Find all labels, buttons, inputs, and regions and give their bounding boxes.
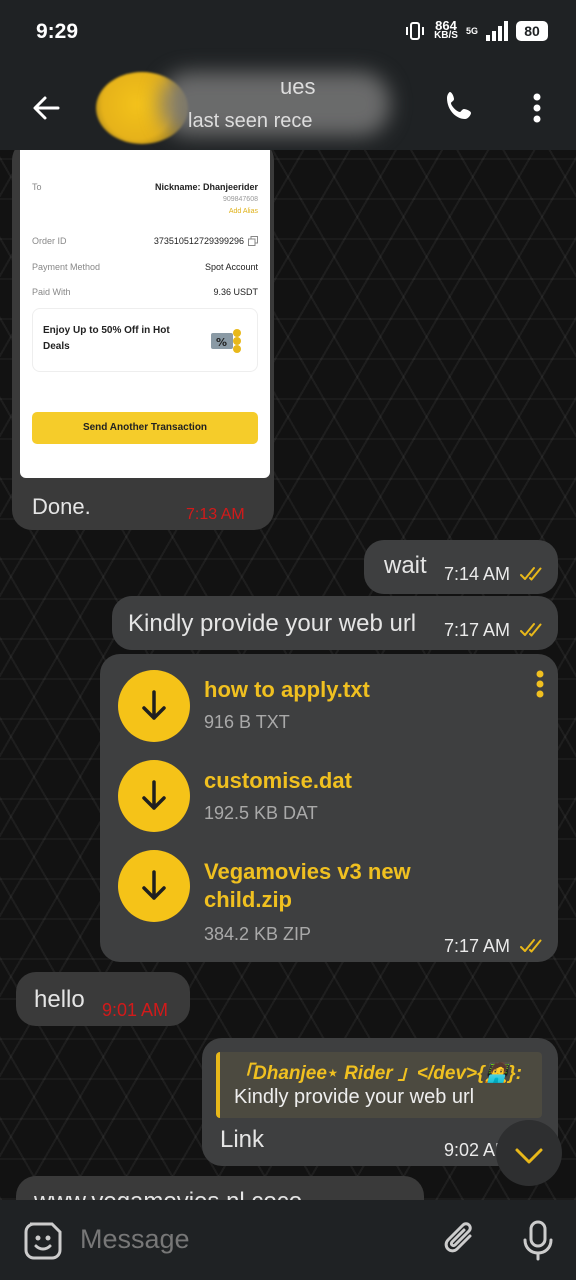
status-bar: 9:29 864 KB/S 5G 80 [0,0,576,66]
microphone-icon[interactable] [518,1218,558,1262]
message-text: wait [384,552,427,579]
message-time: 7:13 AM [186,506,245,523]
last-seen: last seen rece [188,110,313,132]
battery-icon: 80 [516,21,548,41]
download-button[interactable] [118,760,190,832]
payment-method-row: Payment Method Spot Account [32,262,258,272]
file-meta: 384.2 KB ZIP [204,924,312,944]
status-icons: 864 KB/S 5G 80 [404,19,548,42]
file-name[interactable]: how to apply.txt [204,676,370,704]
send-another-transaction-button[interactable]: Send Another Transaction [32,412,258,444]
order-id: 373510512729399296 [153,236,244,246]
scroll-down-button[interactable] [496,1120,562,1186]
chat-area[interactable]: To Nickname: Dhanjeerider 909847608 Add … [0,150,576,1200]
to-label: To [32,182,42,192]
receipt-to-row: To Nickname: Dhanjeerider 909847608 Add … [32,182,258,215]
promo-text: Enjoy Up to 50% Off in Hot Deals [43,325,170,352]
message-time: 7:14 AM [444,564,511,584]
file-meta: 916 B TXT [204,712,290,732]
network-type: 5G [465,26,478,36]
signal-icon [486,21,508,41]
file-meta: 192.5 KB DAT [204,803,318,823]
contact-name[interactable]: ues [280,74,315,100]
message-text: hello [34,986,85,1013]
download-button[interactable] [118,670,190,742]
promo-card[interactable]: Enjoy Up to 50% Off in Hot Deals % [32,308,258,372]
order-id-row: Order ID 373510512729399296 [32,236,258,246]
message-text: Kindly provide your web url [128,610,417,637]
file-name[interactable]: Vegamovies v3 new child.zip [204,858,411,914]
paid-with-label: Paid With [32,287,71,297]
sticker-emoji-icon[interactable] [22,1220,64,1262]
back-arrow-icon[interactable] [26,88,66,128]
nickname: Nickname: Dhanjeerider [154,182,258,192]
uid: 909847608 [222,196,258,203]
message-text: Done. [32,494,91,519]
file-options-icon[interactable] [534,670,546,700]
paid-with: 9.36 USDT [213,287,258,297]
message-time: 9:01 AM [102,1000,169,1020]
network-speed: 864 KB/S [434,19,458,41]
more-vert-icon[interactable] [522,88,552,128]
message-text: Link [220,1126,265,1153]
add-alias-link[interactable]: Add Alias [155,208,258,215]
download-arrow-icon [142,690,166,720]
order-id-label: Order ID [32,236,67,246]
file-name-line: child.zip [204,887,292,912]
copy-icon[interactable] [248,236,258,246]
discount-tag-icon: % [211,329,241,353]
speed-unit: KB/S [434,30,458,41]
quote-sender: 「Dhanjee⋆ Rider 」</dev>{🧑‍💻}: [234,1063,522,1084]
read-check-icon [520,939,542,953]
paperclip-icon[interactable] [440,1218,480,1262]
paid-with-row: Paid With 9.36 USDT [32,287,258,297]
download-arrow-icon [142,870,166,900]
svg-text:%: % [216,336,227,349]
message-composer: Message [0,1200,576,1280]
payment-method-label: Payment Method [32,262,101,272]
read-check-icon [520,623,542,637]
vibrate-icon [406,22,425,40]
message-time: 7:17 AM [444,936,511,956]
payment-method: Spot Account [204,262,258,272]
download-button[interactable] [118,850,190,922]
message-input[interactable]: Message [80,1224,190,1255]
chat-header: ues last seen rece [0,66,576,150]
message-time: 7:17 AM [444,620,511,640]
phone-icon[interactable] [440,86,480,126]
chevron-down-icon [515,1148,543,1164]
file-name[interactable]: customise.dat [204,767,352,795]
reply-quote[interactable]: 「Dhanjee⋆ Rider 」</dev>{🧑‍💻}: Kindly pro… [216,1052,542,1118]
file-name-line: Vegamovies v3 new [204,859,411,884]
status-time: 9:29 [36,20,79,43]
message-text: www.vegamovies.nl.coco [34,1188,302,1200]
receipt-image[interactable]: To Nickname: Dhanjeerider 909847608 Add … [20,150,270,478]
read-check-icon [520,567,542,581]
download-arrow-icon [142,780,166,810]
quote-text: Kindly provide your web url [234,1086,475,1108]
